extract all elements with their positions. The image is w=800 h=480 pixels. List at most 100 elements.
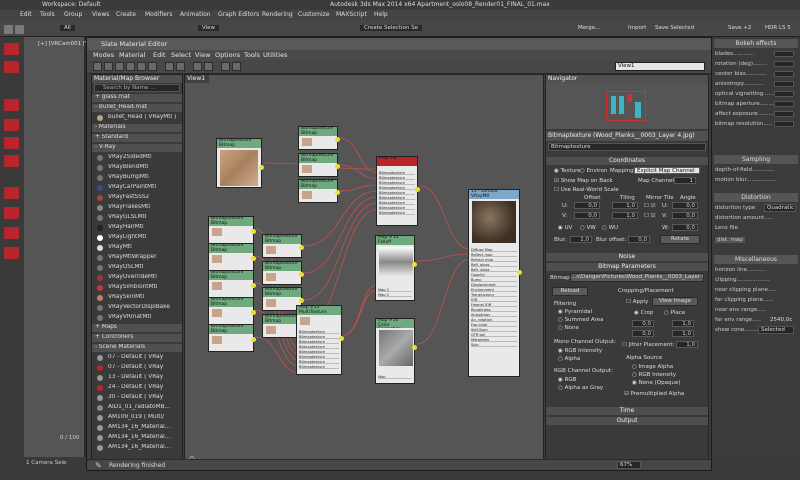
node-header[interactable]: Bitmaptexture Bitmap [209, 217, 253, 226]
node-header[interactable]: Bitmaptexture Bitmap [263, 235, 301, 244]
tool-icon[interactable] [4, 207, 19, 219]
output-port[interactable] [412, 262, 417, 267]
pick-material-icon[interactable] [104, 62, 113, 71]
node-slot[interactable]: Bitmaptexture [299, 355, 339, 359]
node-header[interactable]: Bitmaptexture Bitmap [209, 298, 253, 307]
falloff-node[interactable]: Map #13 Falloff Map 1 Map 2 [375, 235, 417, 301]
uv-radio[interactable]: ◉ UV [558, 225, 572, 231]
node-slot[interactable]: Bump [471, 278, 517, 282]
alpha-gray-radio[interactable]: ○ Alpha as Gray [558, 385, 603, 391]
v-mirror-checkbox[interactable]: ☐ ☑ [644, 213, 656, 219]
node-slot[interactable]: Bitmaptexture [379, 201, 415, 205]
wu-radio[interactable]: ○ WU [602, 225, 618, 231]
node-header[interactable]: Bitmaptexture Bitmap [299, 180, 337, 189]
sme-menu-view[interactable]: View [195, 51, 210, 59]
browser-group-header[interactable]: - Materials [92, 124, 182, 132]
browser-item[interactable]: VRayGLSLMtl [92, 214, 182, 222]
browser-item[interactable]: 07 - Default ( VRay [92, 354, 182, 362]
w-angle-field[interactable]: 0,0 [672, 224, 698, 231]
output-port[interactable] [259, 165, 264, 170]
bokeh-header[interactable]: Bokeh effects [714, 39, 798, 48]
node-header[interactable]: Bitmaptexture Bitmap [209, 271, 253, 280]
sme-title-bar[interactable]: Slate Material Editor [87, 38, 711, 50]
node-slot[interactable]: Spin [471, 343, 517, 347]
u-offset-field[interactable]: 0,0 [574, 202, 600, 209]
node-header[interactable]: Map #15 MultiTexture [297, 306, 341, 315]
node-slot[interactable]: Bitmaptexture [299, 330, 339, 334]
viewport-label[interactable]: [+] [VRCam001 [Vi [38, 41, 90, 47]
crop-h-field[interactable]: 1,0 [672, 330, 694, 337]
node-slot[interactable]: Bitmaptexture [299, 345, 339, 349]
browser-group-header[interactable]: - Bullet_Head.mat [92, 104, 182, 112]
node-header[interactable]: Bitmaptexture Bitmap [299, 154, 337, 163]
output-port[interactable] [339, 336, 344, 341]
node-slot[interactable]: Roughness [471, 308, 517, 312]
menu-modifiers[interactable]: Modifiers [145, 11, 172, 18]
output-port[interactable] [517, 270, 522, 275]
menu-views[interactable]: Views [92, 11, 109, 18]
center-bias-field[interactable] [774, 71, 794, 77]
browser-group-header[interactable]: + glass.mat [92, 94, 182, 102]
plane-icon[interactable] [4, 247, 19, 259]
filter-none-radio[interactable]: ○ None [558, 325, 579, 331]
node-slot[interactable]: Refl. gloss [471, 263, 517, 267]
node-slot[interactable]: Bitmaptexture [379, 176, 415, 180]
render-icon[interactable] [4, 61, 19, 73]
reference-coord[interactable]: View [198, 25, 220, 31]
lens-file-label[interactable]: Lens file [715, 225, 738, 231]
u-tiling-field[interactable]: 1,0 [612, 202, 638, 209]
undo-icon[interactable] [4, 25, 13, 34]
navigator-view[interactable] [546, 83, 708, 129]
browser-item[interactable]: 30 - Default ( VRay [92, 394, 182, 402]
node-slot[interactable]: Bitmaptexture [299, 365, 339, 369]
bitmap-path-button[interactable]: ...s\Danger\Pictures\Wood_Planks__0003_L… [570, 273, 704, 282]
node-slot[interactable]: Bitmaptexture [379, 181, 415, 185]
node-slot[interactable]: Map [378, 375, 412, 379]
browser-group-header[interactable]: - Scene Materials [92, 344, 182, 352]
sphere-icon[interactable] [4, 227, 19, 239]
browser-search-input[interactable]: Search by Name ... [94, 84, 180, 92]
browser-group-header[interactable]: + Standard [92, 134, 182, 142]
vraymtl-node[interactable]: 13 - Default VRayMtl Diffuse Map Reflect ma… [468, 189, 522, 377]
node-header[interactable]: Bitmaptexture Bitmap [209, 244, 253, 253]
rgb-int-source-radio[interactable]: ○ RGB Intensity [632, 372, 676, 378]
image-alpha-radio[interactable]: ○ Image Alpha [632, 364, 673, 370]
node-header[interactable]: 13 - Default VRayMtl [469, 190, 519, 199]
frame-buffer-icon[interactable] [4, 119, 19, 131]
u-angle-field[interactable]: 0,0 [672, 202, 698, 209]
node-slot[interactable]: Environment [471, 288, 517, 292]
blades-field[interactable] [774, 51, 794, 57]
browser-item[interactable]: VRayCarPaintMtl [92, 184, 182, 192]
map-channel-field[interactable]: 1 [674, 177, 696, 184]
node-header[interactable]: Bitmaptexture Bitmap [299, 127, 337, 136]
node-slot[interactable]: Bitmaptexture [379, 171, 415, 175]
multi-bitmap-node[interactable]: Map #8 Bitmaptexture Bitmaptexture Bitmapte… [376, 156, 420, 226]
browser-item[interactable]: 13 - Default ( VRay [92, 374, 182, 382]
distortion-header[interactable]: Distortion [714, 193, 798, 202]
show-cone-dropdown[interactable]: Selected [758, 326, 794, 334]
node-slot[interactable]: Bitmaptexture [379, 211, 415, 215]
output-port[interactable] [299, 245, 304, 250]
node-slot[interactable]: Displacement [471, 283, 517, 287]
zoom-field[interactable]: 67% [617, 461, 641, 469]
v-angle-field[interactable]: 0,0 [672, 212, 698, 219]
workspace-selector[interactable]: Workspace: Default [42, 1, 101, 8]
menu-create[interactable]: Create [116, 11, 136, 18]
show-background-icon[interactable] [176, 62, 185, 71]
blur-offset-field[interactable]: 0,0 [628, 236, 650, 243]
node-slot[interactable]: Fog color [471, 323, 517, 327]
browser-item[interactable]: AM134_16_Material... [92, 434, 182, 442]
menu-maxscript[interactable]: MAXScript [336, 11, 367, 18]
crop-radio[interactable]: ◉ Crop [634, 310, 653, 316]
node-slot[interactable]: Reflect map [471, 253, 517, 257]
menu-rendering[interactable]: Rendering [262, 11, 293, 18]
browser-item[interactable]: VRayLightMtl [92, 234, 182, 242]
anisotropy-field[interactable] [774, 81, 794, 87]
rotation-field[interactable] [774, 61, 794, 67]
output-port[interactable] [335, 190, 340, 195]
multitexture-node[interactable]: Map #15 MultiTexture Bitmaptexture Bitmapte… [296, 305, 344, 375]
v-tiling-field[interactable]: 1,0 [612, 212, 638, 219]
node-slot[interactable]: Opacity [471, 273, 517, 277]
far-env-field[interactable]: 2540,0c [770, 317, 792, 323]
aperture-field[interactable] [774, 101, 794, 107]
